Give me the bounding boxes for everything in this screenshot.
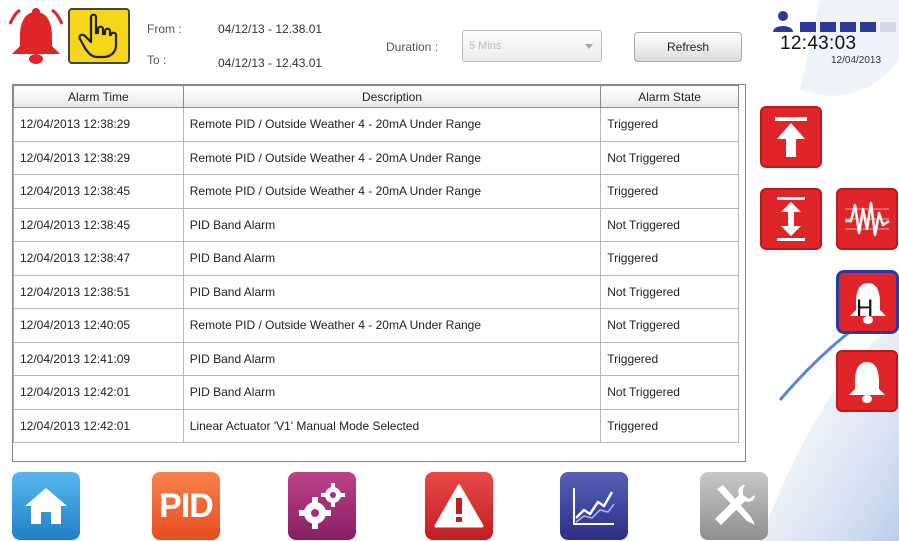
- level-bar-3: [840, 22, 856, 32]
- table-row[interactable]: 12/04/2013 12:42:01 PID Band Alarm Not T…: [13, 375, 739, 410]
- cell-alarm-state: Triggered: [600, 174, 739, 209]
- nav-alarms-button[interactable]: [425, 472, 493, 540]
- scroll-top-button[interactable]: [760, 106, 822, 168]
- cell-alarm-state: Triggered: [600, 341, 739, 376]
- chevron-down-icon: [585, 44, 593, 49]
- cell-alarm-state: Not Triggered: [600, 140, 739, 175]
- refresh-button[interactable]: Refresh: [634, 32, 742, 62]
- level-bar-5: [880, 22, 896, 32]
- alarm-table: Alarm Time Description Alarm State 12/04…: [12, 84, 746, 462]
- cell-description: PID Band Alarm: [182, 341, 602, 376]
- waveform-button[interactable]: [836, 188, 898, 250]
- table-header-row: Alarm Time Description Alarm State: [13, 85, 739, 108]
- cell-description: Remote PID / Outside Weather 4 - 20mA Un…: [182, 174, 602, 209]
- table-row[interactable]: 12/04/2013 12:38:51 PID Band Alarm Not T…: [13, 274, 739, 309]
- duration-select[interactable]: 5 Mins: [462, 30, 602, 62]
- hold-label: H: [856, 295, 874, 322]
- settings-gears-icon: [299, 483, 345, 529]
- pointing-hand-icon: [78, 13, 118, 59]
- cell-alarm-time: 12/04/2013 12:38:29: [13, 107, 184, 142]
- from-value: 04/12/13 - 12.38.01: [218, 22, 323, 36]
- table-row[interactable]: 12/04/2013 12:40:05 Remote PID / Outside…: [13, 308, 739, 343]
- nav-settings-button[interactable]: [288, 472, 356, 540]
- duration-label: Duration :: [386, 40, 439, 54]
- nav-trends-button[interactable]: [560, 472, 628, 540]
- table-row[interactable]: 12/04/2013 12:38:45 Remote PID / Outside…: [13, 174, 739, 209]
- bell-icon: [849, 362, 885, 403]
- cell-alarm-state: Triggered: [600, 241, 739, 276]
- waveform-icon: [845, 201, 890, 237]
- table-row[interactable]: 12/04/2013 12:42:01 Linear Actuator 'V1'…: [13, 408, 739, 443]
- acknowledge-hand-button[interactable]: [68, 8, 130, 64]
- clock-date: 12/04/2013: [831, 55, 882, 66]
- cell-alarm-time: 12/04/2013 12:42:01: [13, 375, 184, 410]
- pid-icon: PID: [159, 486, 214, 525]
- cell-description: Remote PID / Outside Weather 4 - 20mA Un…: [182, 107, 602, 142]
- trend-chart-icon: [573, 488, 615, 525]
- home-icon: [25, 488, 67, 524]
- cell-description: Remote PID / Outside Weather 4 - 20mA Un…: [182, 140, 602, 175]
- cell-alarm-time: 12/04/2013 12:40:05: [13, 308, 184, 343]
- cell-alarm-state: Triggered: [600, 107, 739, 142]
- cell-alarm-time: 12/04/2013 12:41:09: [13, 341, 184, 376]
- from-label: From :: [147, 22, 182, 36]
- alarm-warning-icon: [434, 484, 484, 528]
- cell-alarm-time: 12/04/2013 12:38:45: [13, 174, 184, 209]
- cell-alarm-state: Not Triggered: [600, 274, 739, 309]
- cell-alarm-time: 12/04/2013 12:38:47: [13, 241, 184, 276]
- cell-alarm-time: 12/04/2013 12:38:29: [13, 140, 184, 175]
- level-bar-4: [860, 22, 876, 32]
- user-icon: [773, 11, 793, 32]
- cell-description: PID Band Alarm: [182, 274, 602, 309]
- cell-description: PID Band Alarm: [182, 375, 602, 410]
- duration-value: 5 Mins: [469, 40, 502, 52]
- level-bar-1: [800, 22, 816, 32]
- cell-alarm-state: Not Triggered: [600, 207, 739, 242]
- table-row[interactable]: 12/04/2013 12:38:29 Remote PID / Outside…: [13, 107, 739, 142]
- cell-description: PID Band Alarm: [182, 207, 602, 242]
- cell-description: Remote PID / Outside Weather 4 - 20mA Un…: [182, 308, 602, 343]
- nav-pid-button[interactable]: PID: [152, 472, 220, 540]
- level-bar-2: [820, 22, 836, 32]
- tools-icon: [715, 485, 755, 525]
- double-arrow-vertical-icon: [777, 197, 805, 241]
- table-row[interactable]: 12/04/2013 12:38:45 PID Band Alarm Not T…: [13, 207, 739, 242]
- alarm-silence-button[interactable]: [836, 350, 898, 412]
- cell-alarm-state: Triggered: [600, 408, 739, 443]
- nav-home-button[interactable]: [12, 472, 80, 540]
- alarm-bell-icon[interactable]: [8, 6, 64, 66]
- to-label: To :: [147, 53, 167, 67]
- table-row[interactable]: 12/04/2013 12:38:29 Remote PID / Outside…: [13, 140, 739, 175]
- to-value: 04/12/13 - 12.43.01: [218, 56, 323, 70]
- hold-alarm-button[interactable]: H: [836, 270, 899, 334]
- cell-alarm-state: Not Triggered: [600, 308, 739, 343]
- cell-description: Linear Actuator 'V1' Manual Mode Selecte…: [182, 408, 602, 443]
- cell-alarm-time: 12/04/2013 12:38:45: [13, 207, 184, 242]
- cell-alarm-time: 12/04/2013 12:38:51: [13, 274, 184, 309]
- table-row[interactable]: 12/04/2013 12:41:09 PID Band Alarm Trigg…: [13, 341, 739, 376]
- clock-time: 12:43:03: [780, 33, 857, 54]
- column-header-alarm-state[interactable]: Alarm State: [600, 85, 739, 108]
- column-header-alarm-time[interactable]: Alarm Time: [13, 85, 184, 108]
- table-row[interactable]: 12/04/2013 12:38:47 PID Band Alarm Trigg…: [13, 241, 739, 276]
- cell-alarm-state: Not Triggered: [600, 375, 739, 410]
- status-indicators: [772, 10, 899, 32]
- cell-description: PID Band Alarm: [182, 241, 602, 276]
- expand-range-button[interactable]: [760, 188, 822, 250]
- cell-alarm-time: 12/04/2013 12:42:01: [13, 408, 184, 443]
- nav-tools-button[interactable]: [700, 472, 768, 540]
- arrow-up-to-top-icon: [775, 117, 807, 157]
- column-header-description[interactable]: Description: [182, 85, 602, 108]
